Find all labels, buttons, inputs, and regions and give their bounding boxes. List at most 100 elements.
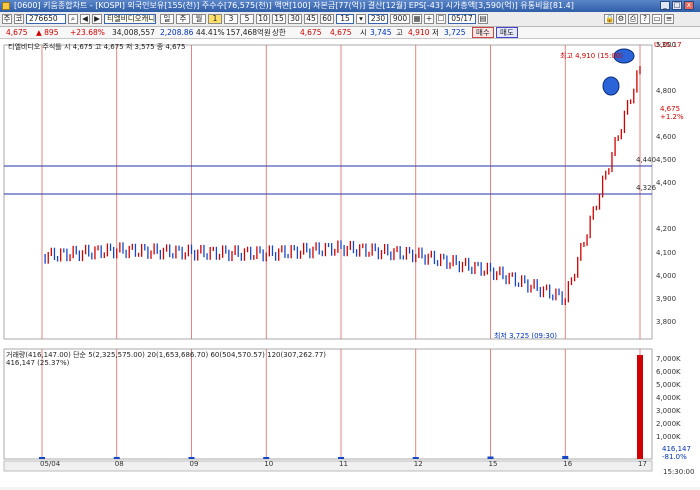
code-label[interactable]: 코 [14, 14, 24, 24]
period-60-button[interactable]: 60 [320, 14, 334, 24]
maximize-button[interactable]: □ [672, 1, 682, 10]
date-axis-label: 08 [114, 460, 124, 468]
stock-code-input[interactable]: 276650 [26, 14, 66, 24]
time-label: 15:30:00 [663, 468, 695, 476]
horizontal-scrollbar [3, 460, 653, 472]
date-axis-label: 11 [339, 460, 348, 468]
trade-amount: 2,208.86 [160, 28, 194, 37]
price-change: ▲ 895 [36, 28, 59, 37]
turnover: 157,468억원 [226, 28, 271, 37]
tick-count-input[interactable]: 230 [368, 14, 388, 24]
calendar-icon[interactable]: ▤ [478, 14, 488, 24]
chart-legend: 티엘비디오 주식틀 시 4,675 고 4,675 저 3,575 종 4,67… [8, 43, 186, 51]
volume-bar [263, 457, 270, 459]
price-scale-label: 4,100 [656, 248, 677, 257]
grid-icon[interactable]: ▦ [412, 14, 422, 24]
price-scale-label: 4,800 [656, 87, 677, 96]
current-price: 4,675 [6, 28, 28, 37]
volume-scale-label: 6,000K [656, 368, 681, 376]
volume-pct: -81.0% [662, 453, 687, 461]
date-input[interactable]: 05/17 [448, 14, 476, 24]
settings-icon[interactable]: ⚙ [616, 14, 626, 24]
volume-scale-label: 4,000K [656, 394, 681, 402]
volume-ratio: 44.41% [196, 28, 225, 37]
volume-bar [39, 457, 45, 459]
highlight-marker [602, 76, 620, 96]
volume-bar [412, 457, 419, 459]
price-panel-frame [3, 44, 653, 340]
period-1-button[interactable]: 1 [208, 14, 222, 24]
high-label: 고 [396, 28, 403, 37]
help-icon[interactable]: ? [640, 14, 650, 24]
price-scale-label: 4,600 [656, 133, 677, 142]
upper-limit: 4,675 [300, 28, 322, 37]
volume-bar [637, 355, 643, 459]
line2-price: 4,326 [636, 184, 657, 192]
volume-value: 34,008,557 [112, 28, 155, 37]
period-3-button[interactable]: 3 [224, 14, 238, 24]
price-scale-label: 3,900 [656, 294, 677, 303]
open-price: 4,675 [330, 28, 352, 37]
window-icon[interactable]: ▭ [652, 14, 662, 24]
prev-arrow-icon[interactable]: ◀ [80, 14, 90, 24]
price-scale-label: 4,000 [656, 271, 677, 280]
buy-button[interactable]: 매수 [472, 27, 494, 38]
stock-name-field[interactable]: 티엘비디오캐니 [104, 14, 156, 24]
volume-bar [338, 457, 344, 459]
period-10-button[interactable]: 10 [256, 14, 270, 24]
volume-bar [562, 455, 569, 459]
price-change-rate: +23.68% [70, 28, 105, 37]
minimize-button[interactable]: _ [660, 1, 670, 10]
current-price-marker: 4,675 [660, 105, 681, 113]
date-axis-label: 17 [638, 460, 647, 468]
low-label: 저 [432, 28, 439, 37]
print-icon[interactable]: ⎙ [628, 14, 638, 24]
volume-scale-label: 7,000K [656, 355, 681, 363]
low-annotation: 최저 3,725 (09:30) [494, 332, 558, 340]
volume-scale-label: 3,000K [656, 407, 681, 415]
menu-icon[interactable]: ≡ [664, 14, 674, 24]
open-label: 시 [360, 28, 367, 37]
search-icon[interactable]: ⌕ [68, 14, 78, 24]
price-scale-label: 4,200 [656, 225, 677, 234]
date-axis-label: 05/04 [40, 460, 61, 468]
chevron-down-icon[interactable]: ▾ [356, 14, 366, 24]
period-month-button[interactable]: 월 [192, 14, 206, 24]
chart-toolbar: 주 코 276650 ⌕ ◀ ▶ 티엘비디오캐니 일 주 월 1 3 5 10 … [0, 12, 700, 27]
date-axis-label: 15 [488, 460, 498, 468]
price-info-bar: 4,675 ▲ 895 +23.68% 34,008,557 2,208.86 … [0, 27, 700, 39]
volume-scale-label: 5,000K [656, 381, 681, 389]
volume-bar [487, 456, 494, 459]
price-chart[interactable] [0, 39, 700, 487]
period-15-button[interactable]: 15 [272, 14, 286, 24]
price-scale-label: 4,400 [656, 179, 677, 188]
date-axis-label: 10 [264, 460, 274, 468]
close-button[interactable]: x [684, 1, 694, 10]
low-value: 3,725 [444, 28, 466, 37]
line1-price: 4,440 [636, 156, 657, 164]
volume-panel-frame [3, 348, 653, 460]
app-icon [2, 2, 10, 10]
date-axis-label: 16 [563, 460, 573, 468]
item-label[interactable]: 주 [2, 14, 12, 24]
volume-scale-label: 2,000K [656, 420, 681, 428]
period-week-button[interactable]: 주 [176, 14, 190, 24]
chart-area[interactable]: 티엘비디오 주식틀 시 4,675 고 4,675 저 3,575 종 4,67… [0, 39, 700, 487]
next-arrow-icon[interactable]: ▶ [92, 14, 102, 24]
price-scale-label: 5,000 [656, 41, 677, 49]
period-select[interactable]: 15 [336, 14, 354, 24]
lock-icon[interactable]: 🔒 [604, 14, 614, 24]
window-title: [0600] 키움종합차트 - [KOSPI] 외국인보유[155(천)] 주수… [14, 1, 574, 10]
sell-button[interactable]: 매도 [496, 27, 518, 38]
period-30-button[interactable]: 30 [288, 14, 302, 24]
date-axis-label: 09 [189, 460, 199, 468]
volume-last-value: 416,147 [662, 445, 691, 453]
volume-value: 416,147 (25.37%) [6, 359, 70, 367]
period-45-button[interactable]: 45 [304, 14, 318, 24]
checkbox[interactable]: ☐ [436, 14, 446, 24]
price-scale-label: 4,500 [656, 156, 677, 165]
high-annotation: 최고 4,910 (15:00) [560, 52, 624, 60]
period-day-button[interactable]: 일 [160, 14, 174, 24]
zoom-in-icon[interactable]: + [424, 14, 434, 24]
period-5-button[interactable]: 5 [240, 14, 254, 24]
